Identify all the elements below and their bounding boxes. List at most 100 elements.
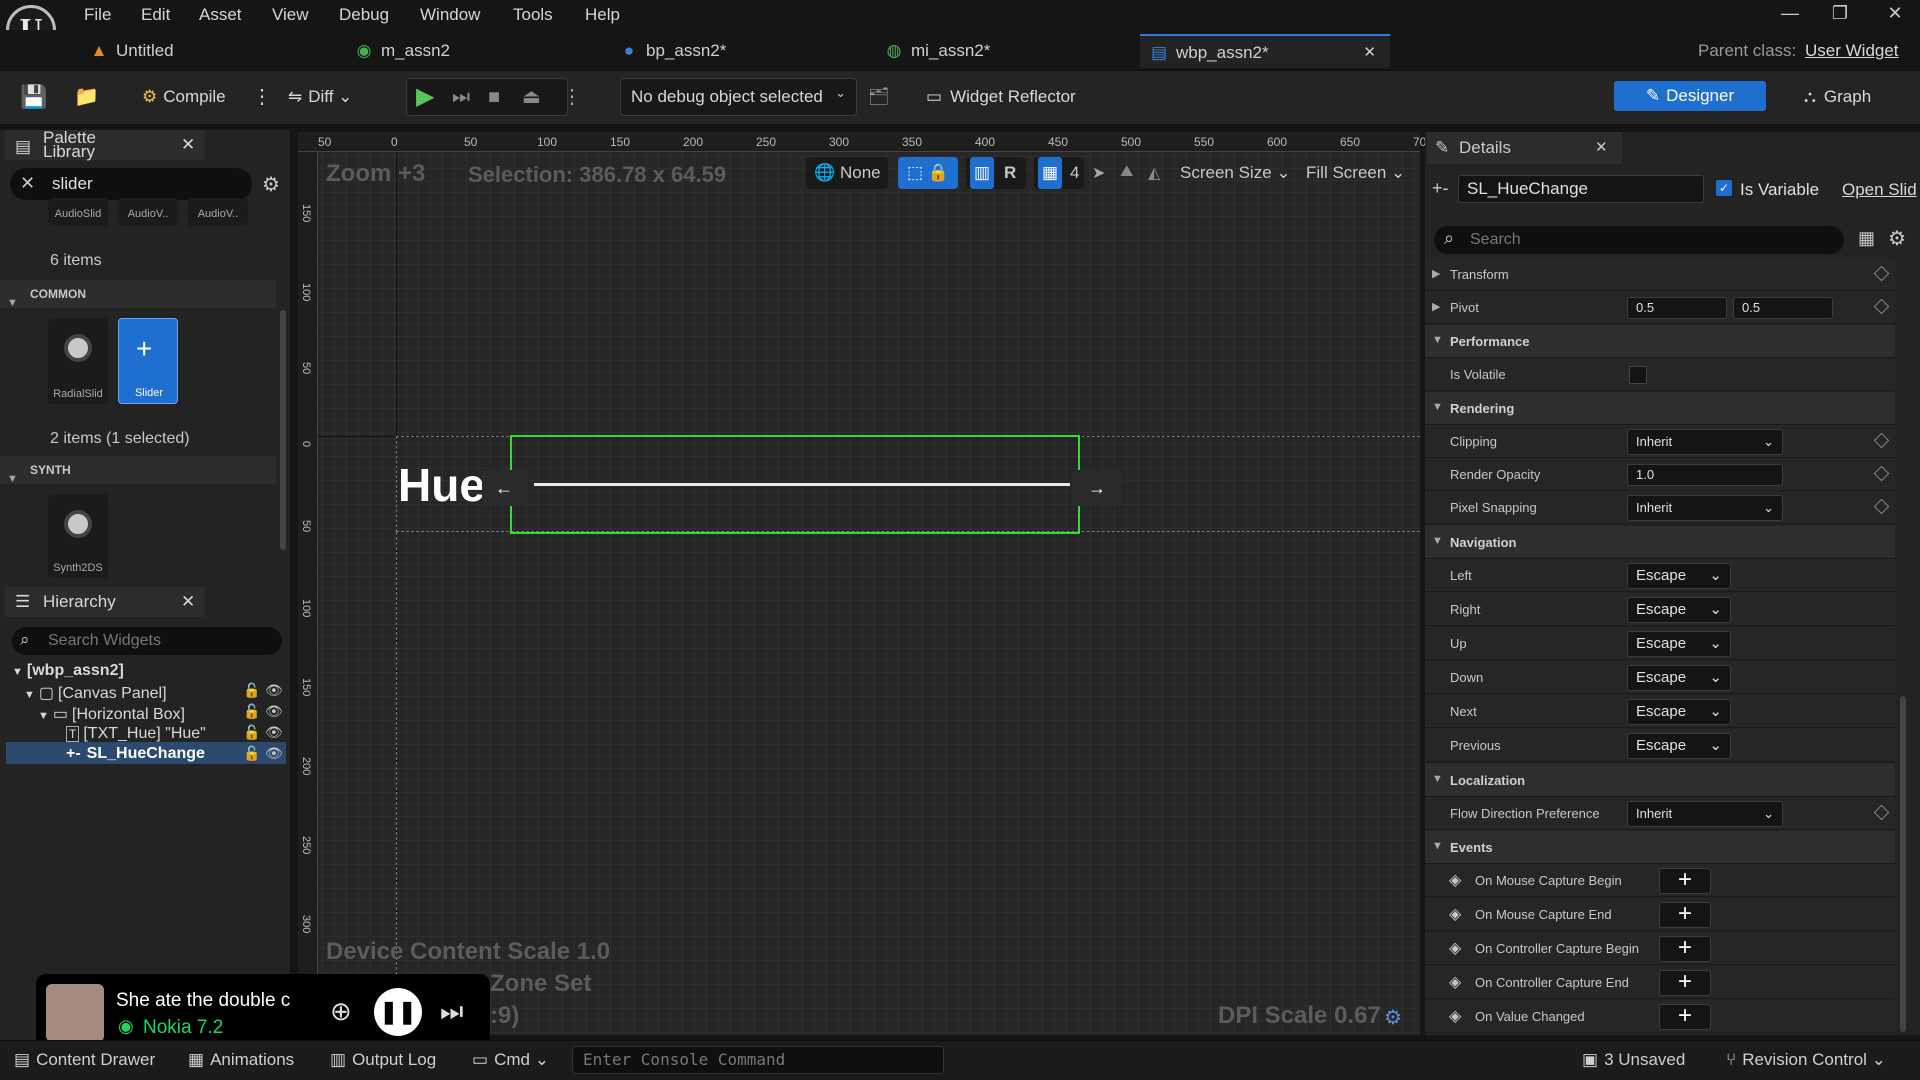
tile-synth2d-slider[interactable]: Synth2DS — [48, 494, 108, 578]
nav-up-select[interactable]: Escape ⌄ — [1627, 631, 1731, 657]
output-log-button[interactable]: ▥ Output Log — [330, 1050, 436, 1070]
flip-icon[interactable]: ◭ — [1148, 163, 1160, 183]
tree-horizontal-box[interactable]: ▼ ▭ [Horizontal Box] — [38, 704, 185, 724]
slider-left-arrow[interactable]: ← — [482, 470, 526, 506]
designer-button[interactable]: ✎ Designer — [1614, 81, 1766, 111]
add-event-button[interactable]: + — [1659, 936, 1711, 962]
tab-mi-assn2[interactable]: ◍ mi_assn2* — [885, 34, 1125, 68]
compile-options-icon[interactable]: ⋮ — [252, 82, 272, 112]
add-icon[interactable]: ⊕ — [330, 996, 352, 1027]
widget-name-field[interactable]: SL_HueChange — [1458, 175, 1704, 203]
menu-view[interactable]: View — [272, 5, 309, 25]
hierarchy-search[interactable]: ⌕ Search Widgets — [12, 627, 282, 655]
nav-left-select[interactable]: Escape ⌄ — [1627, 563, 1731, 589]
minimize-icon[interactable]: — — [1775, 3, 1805, 24]
graph-button[interactable]: ⛬ Graph — [1804, 82, 1871, 112]
close-hierarchy-icon[interactable]: ✕ — [181, 587, 195, 617]
menu-tools[interactable]: Tools — [513, 5, 553, 25]
unsaved-button[interactable]: ▣ 3 Unsaved — [1582, 1050, 1685, 1070]
row-transform[interactable]: ▶ Transform — [1425, 258, 1895, 291]
menu-edit[interactable]: Edit — [141, 5, 170, 25]
keyframe-diamond-icon[interactable] — [1873, 432, 1890, 449]
lock-icon[interactable]: 🔓 — [243, 682, 260, 699]
lock-icon[interactable]: 🔓 — [243, 703, 260, 720]
pause-button[interactable]: ❚❚ — [374, 988, 422, 1036]
keyframe-diamond-icon[interactable] — [1873, 298, 1890, 315]
tile-audio-slider[interactable]: AudioSlid — [48, 198, 108, 226]
screen-size-select[interactable]: Screen Size ⌄ — [1170, 157, 1292, 189]
is-variable-checkbox[interactable]: ✓ — [1716, 180, 1732, 196]
pivot-x-field[interactable]: 0.5 — [1627, 297, 1727, 319]
keyframe-diamond-icon[interactable] — [1873, 265, 1890, 282]
category-synth[interactable]: ▼ SYNTH — [0, 456, 276, 485]
browse-icon[interactable]: 📁 — [74, 82, 99, 112]
render-opacity-field[interactable]: 1.0 — [1627, 464, 1783, 486]
details-tab[interactable]: ✎ Details ✕ — [1427, 132, 1622, 164]
close-tab-icon[interactable]: ✕ — [1363, 36, 1376, 70]
palette-tab[interactable]: ▤ Palette Library ✕ — [5, 128, 205, 161]
section-localization[interactable]: ▼ Localization — [1425, 764, 1895, 797]
tile-audio-v1[interactable]: AudioV.. — [118, 198, 178, 226]
open-slider-link[interactable]: Open Slid — [1842, 180, 1920, 200]
content-drawer-button[interactable]: ▤ Content Drawer — [14, 1050, 155, 1070]
details-search[interactable]: ⌕ Search — [1434, 226, 1844, 254]
details-search-input[interactable]: Search — [1470, 231, 1521, 249]
menu-window[interactable]: Window — [420, 5, 480, 25]
grid-snap-button[interactable]: ▦ 4 — [1034, 157, 1084, 189]
diff-button[interactable]: ⇋ Diff ⌄ — [288, 82, 352, 112]
animations-button[interactable]: ▦ Animations — [188, 1050, 294, 1070]
restore-icon[interactable]: ❐ — [1825, 3, 1855, 24]
category-common[interactable]: ▼ COMMON — [0, 280, 276, 309]
palette-settings-icon[interactable]: ⚙ — [262, 172, 280, 197]
preview-icon[interactable]: ⛰ — [1120, 163, 1133, 181]
tile-radial-slider[interactable]: RadialSlid — [48, 318, 108, 404]
parent-class-link[interactable]: User Widget — [1805, 41, 1899, 61]
localization-none-button[interactable]: 🌐 None — [806, 157, 888, 189]
tab-wbp-assn2[interactable]: ▤ wbp_assn2* ✕ — [1140, 34, 1390, 68]
clear-search-icon[interactable]: ✕ — [20, 173, 35, 194]
menu-file[interactable]: File — [84, 5, 111, 25]
row-pivot[interactable]: ▶ Pivot 0.5 0.5 — [1425, 291, 1895, 324]
compile-button[interactable]: ⚙ Compile — [142, 82, 226, 112]
revision-control-button[interactable]: ⑂ Revision Control ⌄ — [1726, 1050, 1886, 1070]
details-scrollbar[interactable] — [1900, 696, 1906, 1032]
menu-asset[interactable]: Asset — [199, 5, 242, 25]
nav-right-select[interactable]: Escape ⌄ — [1627, 597, 1731, 623]
nav-previous-select[interactable]: Escape ⌄ — [1627, 733, 1731, 759]
pixel-snapping-select[interactable]: Inherit ⌄ — [1627, 495, 1783, 521]
palette-scrollbar[interactable] — [280, 310, 286, 550]
section-rendering[interactable]: ▼ Rendering — [1425, 392, 1895, 425]
close-details-icon[interactable]: ✕ — [1595, 132, 1608, 164]
add-event-button[interactable]: + — [1659, 868, 1711, 894]
dpi-settings-icon[interactable]: ⚙ — [1384, 1005, 1402, 1030]
clipping-select[interactable]: Inherit ⌄ — [1627, 429, 1783, 455]
lock-icon[interactable]: 🔓 — [243, 745, 260, 762]
close-palette-icon[interactable]: ✕ — [181, 130, 195, 160]
details-settings-icon[interactable]: ⚙ — [1888, 226, 1906, 251]
pivot-y-field[interactable]: 0.5 — [1733, 297, 1833, 319]
add-event-button[interactable]: + — [1659, 902, 1711, 928]
debug-object-select[interactable]: No debug object selected ⌄ — [620, 78, 857, 116]
palette-search[interactable]: ✕ slider — [10, 168, 252, 200]
select-lock-buttons[interactable]: ⬚ 🔒 — [898, 157, 958, 189]
tree-sl-huechange[interactable]: +- SL_HueChange — [66, 745, 205, 763]
visibility-eye-icon[interactable]: 👁 — [265, 745, 283, 762]
designer-canvas[interactable] — [298, 132, 1420, 1035]
is-volatile-checkbox[interactable] — [1629, 366, 1647, 384]
tile-audio-v2[interactable]: AudioV.. — [188, 198, 248, 226]
property-matrix-icon[interactable]: ▦ — [1858, 228, 1875, 249]
hierarchy-tab[interactable]: ☰ Hierarchy ✕ — [5, 587, 205, 617]
slider-track[interactable] — [534, 483, 1070, 486]
flow-direction-select[interactable]: Inherit ⌄ — [1627, 801, 1783, 827]
nav-next-select[interactable]: Escape ⌄ — [1627, 699, 1731, 725]
respect-locks-buttons[interactable]: ▥ R — [966, 157, 1026, 189]
keyframe-diamond-icon[interactable] — [1873, 465, 1890, 482]
eject-icon[interactable]: ⏏ — [522, 82, 541, 112]
hue-text[interactable]: Hue — [398, 458, 485, 512]
play-options-icon[interactable]: ⋮ — [562, 82, 582, 112]
section-performance[interactable]: ▼ Performance — [1425, 325, 1895, 358]
debug-browse-icon[interactable]: 🗂 — [868, 82, 890, 112]
fill-screen-select[interactable]: Fill Screen ⌄ — [1298, 157, 1416, 189]
section-navigation[interactable]: ▼ Navigation — [1425, 526, 1895, 559]
stop-icon[interactable]: ■ — [488, 82, 500, 112]
